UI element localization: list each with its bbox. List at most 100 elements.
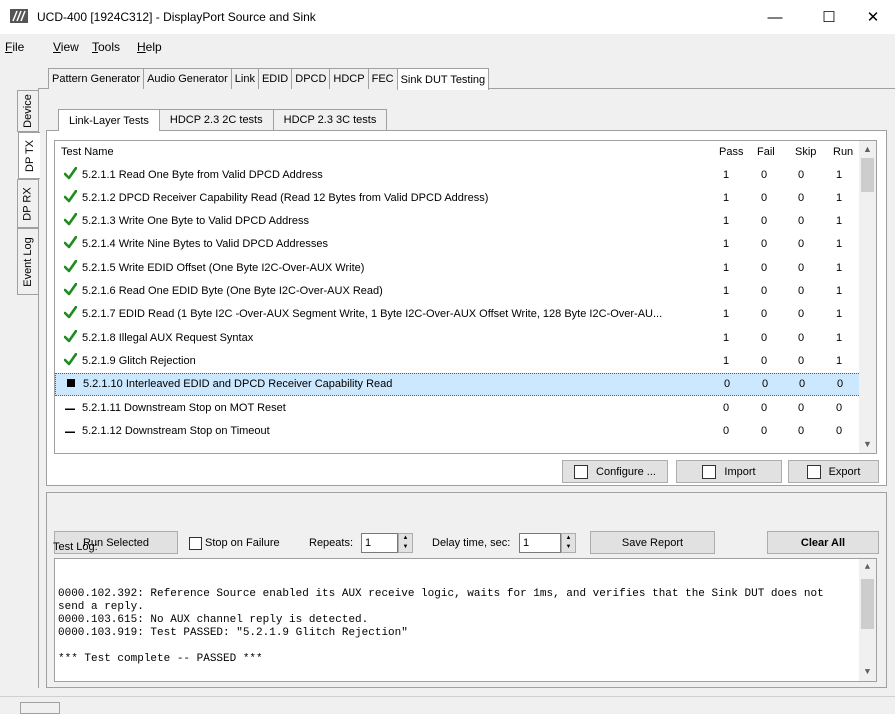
table-row[interactable]: 5.2.1.1 Read One Byte from Valid DPCD Ad…	[55, 163, 875, 186]
check-icon	[63, 212, 77, 229]
test-name-cell: 5.2.1.9 Glitch Rejection	[82, 354, 196, 367]
log-scroll-thumb[interactable]	[861, 579, 874, 629]
header-pass[interactable]: Pass	[719, 146, 749, 158]
maximize-button[interactable]: ☐	[806, 3, 852, 31]
table-row[interactable]: 5.2.1.10 Interleaved EDID and DPCD Recei…	[55, 372, 875, 396]
side-tab-event-log[interactable]: Event Log	[17, 228, 39, 295]
pass-count-cell: 1	[723, 215, 730, 228]
table-row[interactable]: 5.2.1.12 Downstream Stop on Timeout 0 0 0 0	[55, 419, 875, 442]
delay-spin-arrows-icon[interactable]: ▲ ▼	[561, 533, 576, 553]
side-tab-dp-rx-label: DP RX	[22, 186, 35, 221]
export-label: Export	[828, 465, 861, 478]
tab-link[interactable]: Link	[230, 68, 259, 89]
pass-count-cell: 1	[723, 354, 730, 367]
menu-view[interactable]: View	[53, 40, 79, 54]
table-row[interactable]: 5.2.1.2 DPCD Receiver Capability Read (R…	[55, 186, 875, 209]
save-report-button[interactable]: Save Report	[590, 531, 715, 554]
run-count-cell: 1	[836, 168, 843, 181]
scroll-thumb[interactable]	[861, 158, 874, 192]
fail-count-cell: 0	[762, 378, 769, 391]
header-skip[interactable]: Skip	[795, 146, 825, 158]
delay-value[interactable]: 1	[523, 537, 529, 549]
tab-dpcd[interactable]: DPCD	[291, 68, 331, 89]
tab-audio-generator[interactable]: Audio Generator	[143, 68, 232, 89]
test-log-text: 0000.102.392: Reference Source enabled i…	[58, 588, 824, 665]
side-tab-dp-tx[interactable]: DP TX	[18, 132, 40, 179]
export-button[interactable]: Export	[788, 460, 879, 483]
fail-count-cell: 0	[761, 424, 768, 437]
table-row[interactable]: 5.2.1.3 Write One Byte to Valid DPCD Add…	[55, 210, 875, 233]
table-row[interactable]: 5.2.1.8 Illegal AUX Request Syntax 1 0 0 1	[55, 326, 875, 349]
clear-all-button[interactable]: Clear All	[767, 531, 879, 554]
scroll-down-icon[interactable]: ▼	[859, 436, 876, 453]
skip-count-cell: 0	[798, 285, 805, 297]
stop-on-failure-checkbox[interactable]	[189, 537, 202, 550]
import-label: Import	[724, 465, 756, 478]
fail-count-cell: 0	[761, 261, 768, 274]
log-scroll-up-icon[interactable]: ▲	[859, 559, 876, 576]
table-row[interactable]: 5.2.1.5 Write EDID Offset (One Byte I2C-…	[55, 256, 875, 279]
tab-hdcp-2c-tests[interactable]: HDCP 2.3 2C tests	[158, 109, 274, 130]
table-row[interactable]: 5.2.1.7 EDID Read (1 Byte I2C -Over-AUX …	[55, 303, 875, 326]
header-test-name[interactable]: Test Name	[61, 146, 114, 158]
repeats-label: Repeats:	[309, 537, 354, 549]
side-tab-device[interactable]: Device	[17, 90, 39, 132]
side-tab-event-log-label: Event Log	[22, 236, 35, 287]
tab-sink-dut-testing[interactable]: Sink DUT Testing	[396, 68, 490, 90]
run-count-cell: 1	[836, 261, 843, 274]
tab-hdcp-3c-tests[interactable]: HDCP 2.3 3C tests	[272, 109, 388, 130]
repeats-spin-arrows-icon[interactable]: ▲ ▼	[398, 533, 413, 553]
import-button[interactable]: Import	[676, 460, 782, 483]
table-row[interactable]: 5.2.1.6 Read One EDID Byte (One Byte I2C…	[55, 280, 875, 303]
header-fail[interactable]: Fail	[757, 146, 787, 158]
top-tab-bar: Pattern Generator Audio Generator Link E…	[48, 68, 490, 90]
repeats-value[interactable]: 1	[365, 537, 371, 549]
run-count-cell: 1	[836, 191, 843, 204]
app-logo-icon	[10, 9, 28, 23]
skip-count-cell: 0	[798, 331, 805, 344]
scroll-up-icon[interactable]: ▲	[859, 141, 876, 158]
menu-tools[interactable]: Tools	[92, 40, 120, 54]
tab-fec[interactable]: FEC	[367, 68, 398, 89]
minimize-button[interactable]: —	[752, 3, 798, 31]
pass-count-cell: 0	[723, 424, 730, 437]
status-indicator	[20, 702, 60, 714]
check-icon	[63, 259, 77, 276]
tab-edid[interactable]: EDID	[257, 68, 293, 89]
fail-count-cell: 0	[761, 308, 768, 321]
skip-count-cell: 0	[798, 424, 805, 437]
pass-count-cell: 1	[723, 168, 730, 181]
menu-help[interactable]: Help	[137, 40, 162, 54]
import-icon	[702, 464, 717, 479]
running-square-icon	[64, 378, 78, 390]
configure-button[interactable]: Configure ...	[562, 460, 668, 483]
table-scrollbar[interactable]: ▲ ▼	[859, 141, 876, 453]
pass-count-cell: 1	[723, 191, 730, 204]
pass-count-cell: 1	[723, 331, 730, 344]
table-header: Test Name Pass Fail Skip Run	[55, 141, 875, 163]
delay-spinner[interactable]: 1 ▲ ▼	[519, 533, 576, 553]
run-count-cell: 0	[836, 424, 843, 437]
tab-link-layer-tests[interactable]: Link-Layer Tests	[58, 109, 160, 131]
pass-count-cell: 0	[724, 378, 731, 391]
skip-count-cell: 0	[798, 215, 805, 228]
window-title: UCD-400 [1924C312] - DisplayPort Source …	[37, 10, 316, 24]
menu-file[interactable]: File	[5, 40, 24, 54]
repeats-spinner[interactable]: 1 ▲ ▼	[361, 533, 413, 553]
configure-label: Configure ...	[596, 465, 656, 478]
side-tab-dp-rx[interactable]: DP RX	[17, 179, 39, 228]
sub-tab-bar: Link-Layer Tests HDCP 2.3 2C tests HDCP …	[58, 109, 388, 131]
test-log[interactable]: 0000.102.392: Reference Source enabled i…	[54, 558, 877, 682]
log-scroll-down-icon[interactable]: ▼	[859, 664, 876, 681]
table-row[interactable]: 5.2.1.11 Downstream Stop on MOT Reset 0 0 0…	[55, 396, 875, 419]
test-name-cell: 5.2.1.5 Write EDID Offset (One Byte I2C-…	[82, 261, 365, 274]
skip-count-cell: 0	[798, 308, 805, 321]
test-name-cell: 5.2.1.2 DPCD Receiver Capability Read (R…	[82, 191, 489, 204]
check-icon	[63, 352, 77, 369]
close-button[interactable]: ✕	[850, 3, 895, 31]
table-row[interactable]: 5.2.1.4 Write Nine Bytes to Valid DPCD A…	[55, 233, 875, 256]
table-row[interactable]: 5.2.1.9 Glitch Rejection 1 0 0 1	[55, 349, 875, 372]
log-scrollbar[interactable]: ▲ ▼	[859, 559, 876, 681]
tab-hdcp[interactable]: HDCP	[329, 68, 369, 89]
tab-pattern-generator[interactable]: Pattern Generator	[48, 68, 145, 89]
